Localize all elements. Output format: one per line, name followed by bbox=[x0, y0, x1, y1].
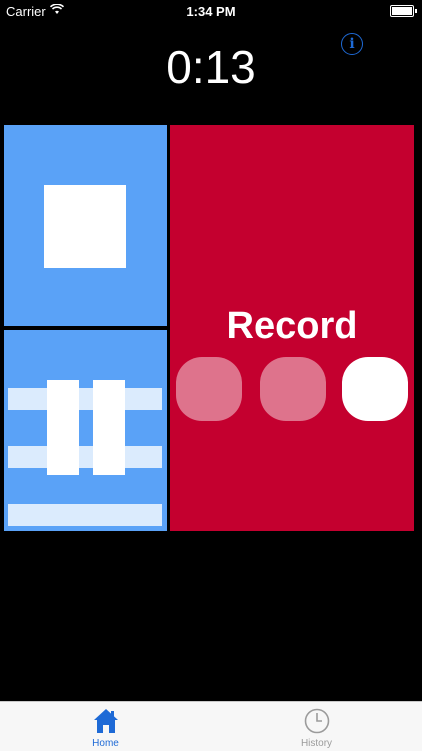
record-button[interactable]: Record bbox=[170, 125, 414, 531]
status-bar: Carrier 1:34 PM bbox=[0, 0, 422, 22]
pause-button[interactable] bbox=[4, 330, 167, 531]
tab-history[interactable]: History bbox=[211, 702, 422, 751]
record-label: Record bbox=[226, 305, 358, 347]
tab-home[interactable]: Home bbox=[0, 702, 211, 751]
pause-icon-bar-left bbox=[47, 380, 79, 475]
pause-icon-bar-right bbox=[93, 380, 125, 475]
pause-stripe bbox=[8, 504, 162, 526]
status-time: 1:34 PM bbox=[186, 4, 236, 19]
pause-icon bbox=[47, 380, 125, 475]
record-progress-dot-active bbox=[342, 357, 408, 421]
clock-icon bbox=[304, 708, 329, 734]
tab-home-label: Home bbox=[92, 738, 119, 749]
home-icon bbox=[93, 709, 118, 733]
tab-bar: Home History bbox=[0, 701, 422, 751]
tab-history-label: History bbox=[300, 738, 333, 749]
battery-icon bbox=[390, 5, 417, 17]
record-progress-dot bbox=[176, 357, 242, 421]
elapsed-timer: 0:13 bbox=[166, 41, 256, 93]
stop-button[interactable] bbox=[4, 125, 167, 326]
record-progress-dot bbox=[260, 357, 326, 421]
stop-icon bbox=[44, 185, 126, 268]
